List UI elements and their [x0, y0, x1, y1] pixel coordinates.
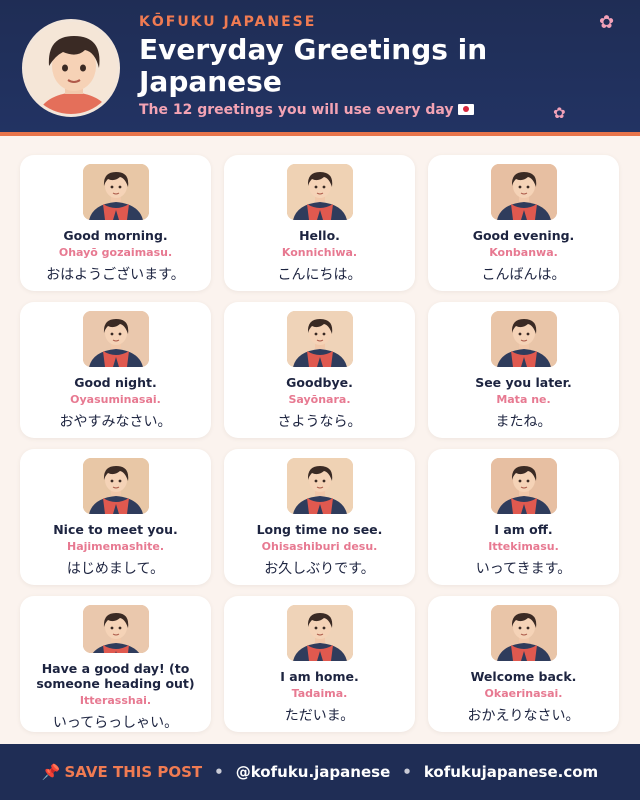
english-greeting: See you later.: [475, 375, 572, 390]
greeting-card: See you later. Mata ne. またね。: [428, 302, 619, 438]
greeting-card: Good morning. Ohayō gozaimasu. おはようございます。: [20, 155, 211, 291]
greeting-card: Good evening. Konbanwa. こんばんは。: [428, 155, 619, 291]
romaji-greeting: Ittekimasu.: [488, 540, 559, 553]
romaji-greeting: Tadaima.: [291, 687, 348, 700]
japanese-greeting: おはようございます。: [46, 267, 185, 283]
japanese-greeting: おやすみなさい。: [59, 414, 172, 430]
romaji-greeting: Ohisashiburi desu.: [261, 540, 378, 553]
character-illustration: [82, 311, 149, 367]
social-handle[interactable]: @kofuku.japanese: [236, 763, 391, 781]
footer: 📌 SAVE THIS POST • @kofuku.japanese • ko…: [0, 744, 640, 800]
romaji-greeting: Mata ne.: [496, 393, 551, 406]
save-post-label: SAVE THIS POST: [64, 763, 203, 781]
japanese-greeting: さようなら。: [277, 414, 362, 430]
character-illustration: [490, 311, 557, 367]
japanese-greeting: はじめまして。: [66, 561, 165, 577]
romaji-greeting: Ohayō gozaimasu.: [58, 246, 173, 259]
romaji-greeting: Oyasuminasai.: [70, 393, 161, 406]
character-illustration: [490, 605, 557, 661]
header: KŌFUKU JAPANESE Everyday Greetings in Ja…: [0, 0, 640, 136]
japanese-greeting: いってらっしゃい。: [52, 715, 179, 731]
japan-flag-icon: [457, 104, 474, 115]
japanese-greeting: またね。: [495, 414, 552, 430]
greeting-card: Good night. Oyasuminasai. おやすみなさい。: [20, 302, 211, 438]
character-illustration: [82, 605, 149, 653]
english-greeting: Hello.: [299, 228, 340, 243]
english-greeting: I am off.: [494, 522, 553, 537]
english-greeting: Good night.: [74, 375, 157, 390]
brand-name: KŌFUKU JAPANESE: [139, 14, 317, 30]
japanese-greeting: おかえりなさい。: [467, 708, 580, 724]
english-greeting: Goodbye.: [286, 375, 353, 390]
character-illustration: [82, 458, 149, 514]
avatar: [22, 19, 120, 117]
romaji-greeting: Hajimemashite.: [66, 540, 165, 553]
pin-icon: 📌: [41, 763, 61, 781]
greeting-card: Nice to meet you. Hajimemashite. はじめまして。: [20, 449, 211, 585]
subtitle-text: The 12 greetings you will use every day: [139, 102, 454, 118]
greeting-card: I am off. Ittekimasu. いってきます。: [428, 449, 619, 585]
japanese-greeting: お久しぶりです。: [264, 561, 375, 577]
character-illustration: [82, 164, 149, 220]
greeting-card: Long time no see. Ohisashiburi desu. お久しぶり…: [224, 449, 415, 585]
subtitle: The 12 greetings you will use every day: [139, 102, 474, 118]
english-greeting: Have a good day! (to someone heading out…: [36, 661, 195, 691]
character-illustration: [286, 605, 353, 661]
romaji-greeting: Sayōnara.: [288, 393, 351, 406]
romaji-greeting: Konbanwa.: [489, 246, 558, 259]
japanese-greeting: こんにちは。: [277, 267, 362, 283]
romaji-greeting: Konnichiwa.: [281, 246, 358, 259]
character-illustration: [286, 164, 353, 220]
greeting-card: I am home. Tadaima. ただいま。: [224, 596, 415, 732]
english-greeting: Nice to meet you.: [53, 522, 178, 537]
website-link[interactable]: kofukujapanese.com: [424, 763, 598, 781]
character-illustration: [286, 311, 353, 367]
character-illustration: [286, 458, 353, 514]
greeting-card: Goodbye. Sayōnara. さようなら。: [224, 302, 415, 438]
english-greeting: Good morning.: [63, 228, 168, 243]
romaji-greeting: Itterasshai.: [79, 694, 152, 707]
japanese-greeting: こんばんは。: [481, 267, 566, 283]
english-greeting: I am home.: [280, 669, 359, 684]
cherry-blossom-icon: ✿: [553, 104, 566, 122]
greeting-card: Have a good day! (to someone heading out…: [20, 596, 211, 732]
character-illustration: [490, 458, 557, 514]
greeting-card: Welcome back. Okaerinasai. おかえりなさい。: [428, 596, 619, 732]
character-illustration: [490, 164, 557, 220]
page-title: Everyday Greetings in Japanese: [139, 33, 488, 98]
greeting-card: Hello. Konnichiwa. こんにちは。: [224, 155, 415, 291]
japanese-greeting: いってきます。: [475, 561, 572, 577]
english-greeting: Good evening.: [472, 228, 575, 243]
japanese-greeting: ただいま。: [284, 708, 355, 724]
cherry-blossom-icon: ✿: [599, 12, 615, 33]
separator: •: [214, 763, 224, 781]
english-greeting: Welcome back.: [470, 669, 577, 684]
english-greeting: Long time no see.: [256, 522, 383, 537]
separator: •: [402, 763, 412, 781]
romaji-greeting: Okaerinasai.: [484, 687, 563, 700]
greetings-grid: Good morning. Ohayō gozaimasu. おはようございます。 H…: [20, 155, 620, 732]
